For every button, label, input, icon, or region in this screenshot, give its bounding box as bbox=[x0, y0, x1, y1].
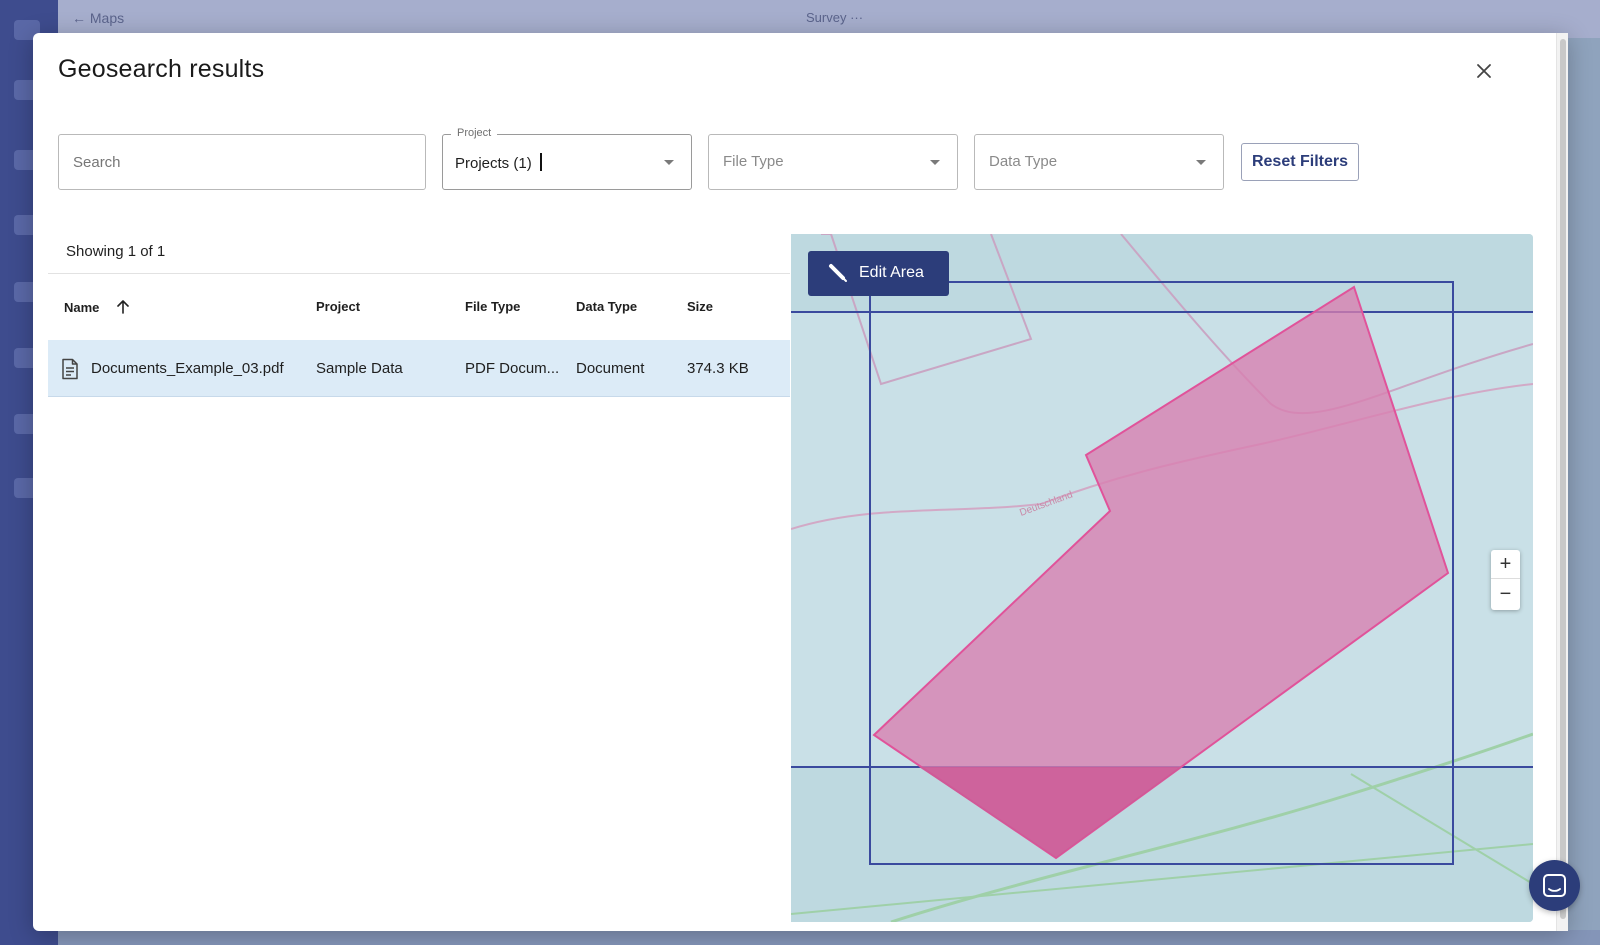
chat-launcher-button[interactable] bbox=[1529, 860, 1580, 911]
zoom-out-button[interactable]: − bbox=[1491, 580, 1520, 609]
cell-name: Documents_Example_03.pdf bbox=[91, 360, 284, 377]
cell-data-type: Document bbox=[576, 360, 645, 377]
document-icon bbox=[62, 358, 78, 380]
column-header-project[interactable]: Project bbox=[316, 299, 360, 314]
zoom-control: + − bbox=[1491, 550, 1520, 610]
project-select-value: Projects (1) bbox=[455, 155, 532, 172]
map-view[interactable]: Deutschland Edit Area + − bbox=[791, 234, 1533, 922]
geosearch-dialog: Geosearch results Project Projects (1) F… bbox=[33, 33, 1568, 931]
chat-icon bbox=[1543, 874, 1566, 897]
edit-area-label: Edit Area bbox=[859, 264, 924, 281]
text-cursor bbox=[539, 153, 542, 171]
table-row[interactable]: Documents_Example_03.pdf Sample Data PDF… bbox=[48, 340, 790, 397]
cell-project: Sample Data bbox=[316, 360, 403, 377]
chevron-down-icon bbox=[664, 160, 674, 165]
file-type-placeholder: File Type bbox=[723, 153, 784, 170]
project-select-label: Project bbox=[451, 127, 498, 139]
file-type-select[interactable]: File Type bbox=[708, 134, 958, 190]
column-header-name-label: Name bbox=[64, 300, 100, 315]
map-canvas: Deutschland bbox=[791, 234, 1533, 922]
search-input[interactable] bbox=[59, 135, 425, 189]
pencil-icon bbox=[829, 264, 847, 282]
zoom-in-button[interactable]: + bbox=[1491, 550, 1520, 579]
edit-area-button[interactable]: Edit Area bbox=[808, 251, 949, 296]
results-count: Showing 1 of 1 bbox=[66, 243, 166, 260]
project-select[interactable]: Project Projects (1) bbox=[442, 127, 692, 190]
cell-file-type: PDF Docum... bbox=[465, 360, 560, 377]
column-header-size[interactable]: Size bbox=[687, 299, 713, 314]
dialog-title: Geosearch results bbox=[58, 55, 265, 83]
background-title: Survey ··· bbox=[806, 10, 864, 25]
chevron-down-icon bbox=[930, 160, 940, 165]
close-icon bbox=[1477, 64, 1491, 78]
data-type-placeholder: Data Type bbox=[989, 153, 1058, 170]
data-type-select[interactable]: Data Type bbox=[974, 134, 1224, 190]
column-header-data-type[interactable]: Data Type bbox=[576, 299, 637, 314]
table-header: Name Project File Type Data Type Size bbox=[48, 274, 790, 339]
background-bottom-strip bbox=[58, 930, 1600, 945]
reset-filters-button[interactable]: Reset Filters bbox=[1241, 143, 1359, 181]
scrollbar-thumb[interactable] bbox=[1560, 39, 1566, 919]
column-header-file-type[interactable]: File Type bbox=[465, 299, 520, 314]
project-select-value-wrap: Projects (1) bbox=[455, 153, 542, 172]
search-field[interactable] bbox=[58, 134, 426, 190]
close-button[interactable] bbox=[1472, 59, 1496, 83]
background-back-link: ← Maps bbox=[72, 10, 125, 26]
chevron-down-icon bbox=[1196, 160, 1206, 165]
dialog-scrollbar[interactable] bbox=[1556, 33, 1568, 931]
arrow-up-icon bbox=[117, 300, 129, 314]
column-header-name[interactable]: Name bbox=[64, 299, 131, 315]
cell-size: 374.3 KB bbox=[687, 360, 749, 377]
